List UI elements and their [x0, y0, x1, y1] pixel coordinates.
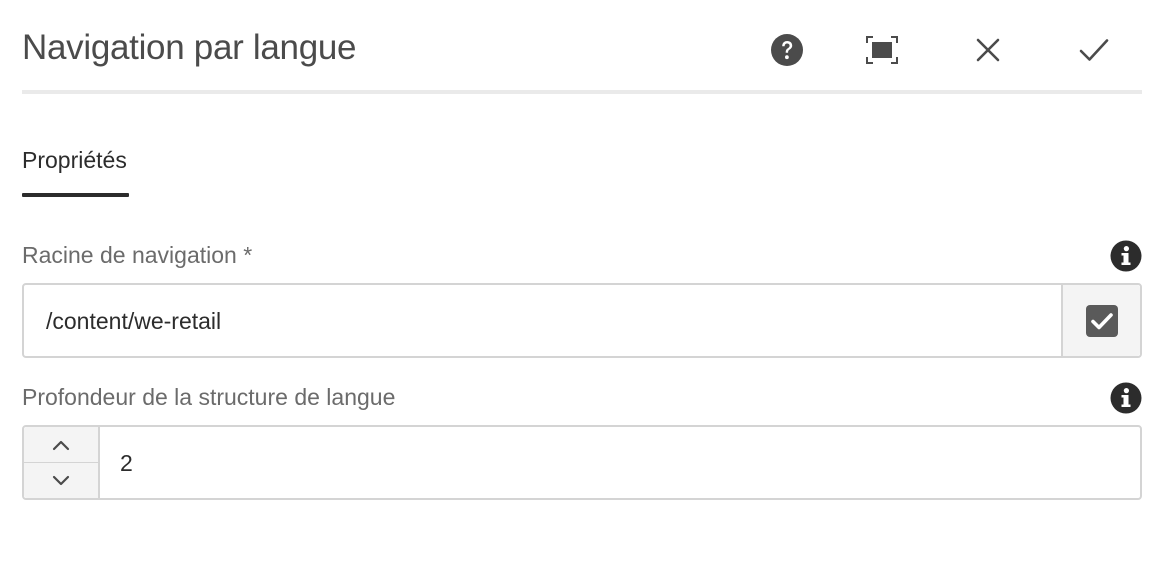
help-circle-icon — [771, 34, 803, 66]
checkbox-checked-icon — [1085, 304, 1118, 337]
fullscreen-button[interactable] — [860, 28, 904, 72]
navigation-root-label: Racine de navigation * — [22, 242, 253, 268]
path-picker-button[interactable] — [1061, 285, 1140, 356]
cancel-button[interactable] — [966, 28, 1010, 72]
active-tab-indicator — [22, 193, 129, 197]
done-button[interactable] — [1072, 28, 1116, 72]
navigation-root-input[interactable] — [44, 285, 1048, 358]
dialog-title: Navigation par langue — [22, 28, 357, 67]
navigation-root-field — [22, 283, 1142, 358]
structure-depth-field — [22, 425, 1142, 500]
help-button[interactable] — [765, 28, 809, 72]
structure-depth-label: Profondeur de la structure de langue — [22, 384, 396, 410]
chevron-down-icon — [52, 475, 70, 485]
fullscreen-icon — [866, 36, 898, 64]
info-circle-icon[interactable] — [1110, 382, 1142, 414]
checkmark-icon — [1079, 39, 1109, 61]
decrement-button[interactable] — [24, 463, 98, 498]
dialog-header: Navigation par langue — [22, 0, 1142, 94]
tab-proprietes[interactable]: Propriétés — [22, 147, 127, 196]
close-icon — [976, 38, 1000, 62]
quantity-stepper — [24, 427, 100, 498]
increment-button[interactable] — [24, 427, 98, 463]
structure-depth-input[interactable] — [118, 427, 1122, 500]
info-circle-icon[interactable] — [1110, 240, 1142, 272]
chevron-up-icon — [52, 440, 70, 450]
